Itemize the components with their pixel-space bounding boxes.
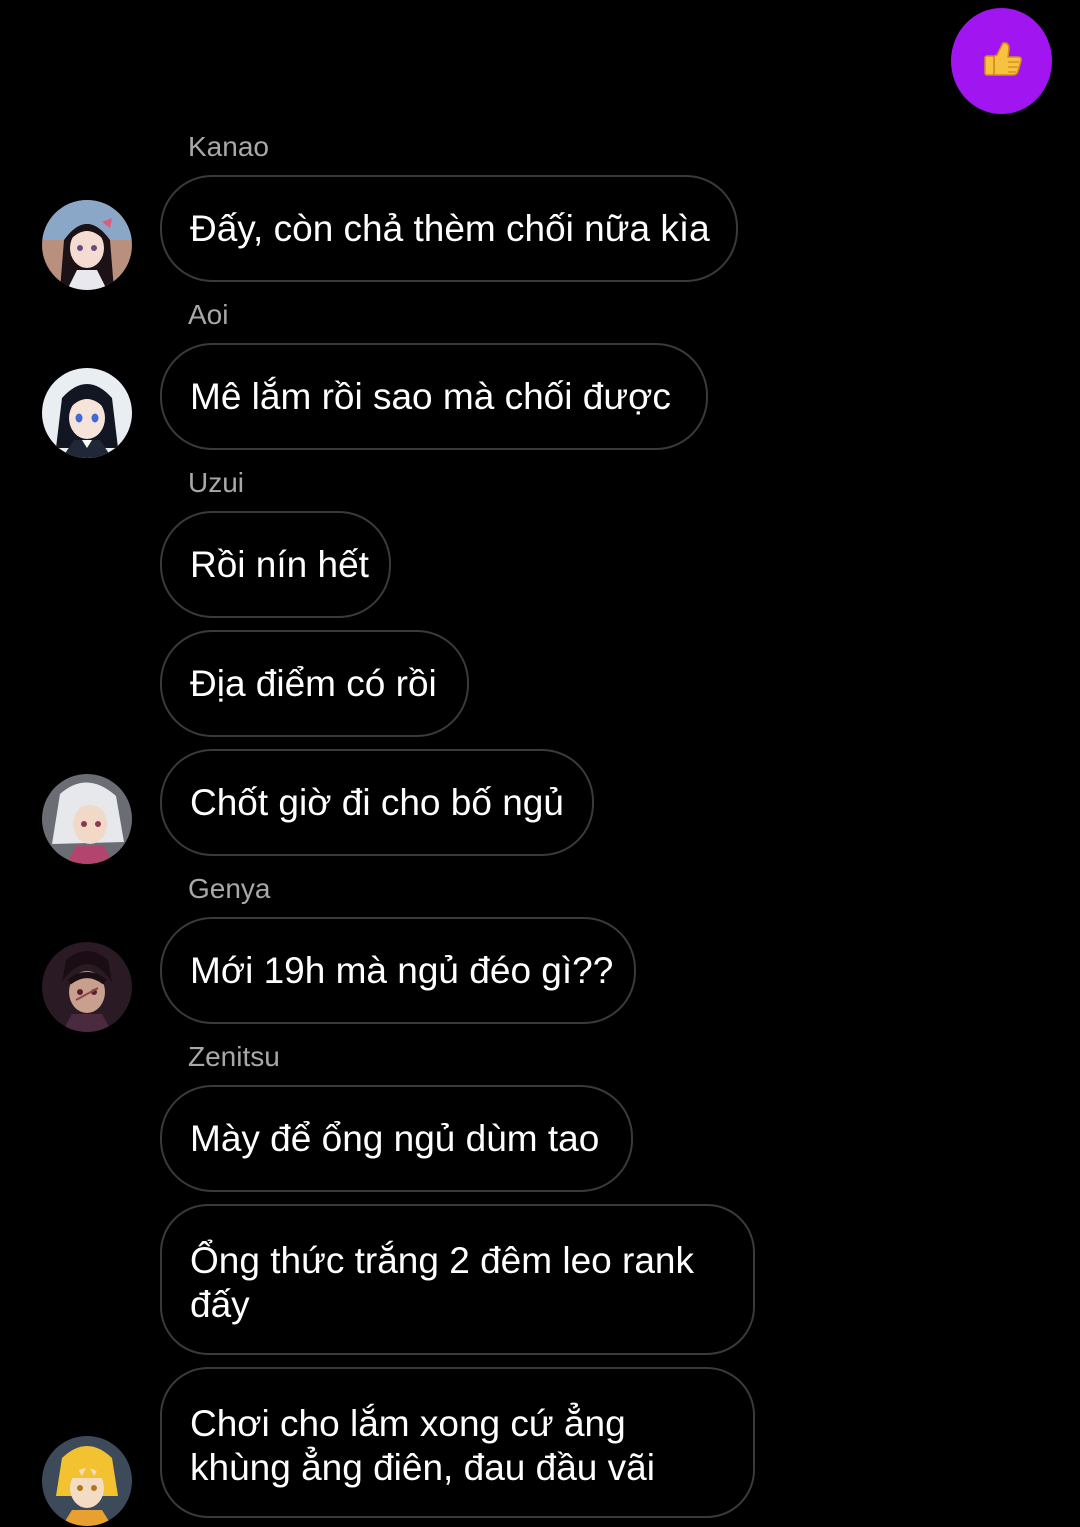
message-text-line: Ổng thức trắng 2 đêm leo rank <box>190 1240 694 1281</box>
message-text-line: đấy <box>190 1284 250 1325</box>
avatar-aoi[interactable] <box>42 368 132 458</box>
sender-name: Kanao <box>188 131 269 162</box>
sender-name: Aoi <box>188 299 229 330</box>
message-bubble[interactable]: Mê lắm rồi sao mà chối được <box>160 343 708 450</box>
message-bubble[interactable]: Ổng thức trắng 2 đêm leo rank đấy <box>160 1204 755 1355</box>
message-bubble[interactable]: Mới 19h mà ngủ đéo gì?? <box>160 917 636 1024</box>
message-text: Rồi nín hết <box>190 543 369 585</box>
sender-name: Zenitsu <box>188 1041 280 1072</box>
message-bubble[interactable]: Chốt giờ đi cho bố ngủ <box>160 749 594 856</box>
message-text-line: khùng ẳng điên, đau đầu vãi <box>190 1447 655 1488</box>
message-text: Chơi cho lắm xong cứ ẳng khùng ẳng điên,… <box>190 1402 655 1490</box>
like-button[interactable] <box>951 8 1052 114</box>
message-text: Mê lắm rồi sao mà chối được <box>190 375 671 417</box>
message-bubble[interactable]: Rồi nín hết <box>160 511 391 618</box>
message-bubble[interactable]: Địa điểm có rồi <box>160 630 469 737</box>
message-text: Địa điểm có rồi <box>190 662 437 704</box>
message-text: Ổng thức trắng 2 đêm leo rank đấy <box>190 1239 694 1327</box>
message-text-line: Chơi cho lắm xong cứ ẳng <box>190 1403 626 1444</box>
message-bubble[interactable]: Mày để ổng ngủ dùm tao <box>160 1085 633 1192</box>
message-bubble[interactable]: Đấy, còn chả thèm chối nữa kìa <box>160 175 738 282</box>
thumbs-up-icon <box>980 37 1024 86</box>
message-text: Chốt giờ đi cho bố ngủ <box>190 781 564 823</box>
sender-name: Genya <box>188 873 271 904</box>
avatar-genya[interactable] <box>42 942 132 1032</box>
message-text: Mới 19h mà ngủ đéo gì?? <box>190 949 614 991</box>
message-text: Đấy, còn chả thèm chối nữa kìa <box>190 207 710 249</box>
avatar-kanao[interactable] <box>42 200 132 290</box>
message-text: Mày để ổng ngủ dùm tao <box>190 1117 600 1159</box>
avatar-zenitsu[interactable] <box>42 1436 132 1526</box>
sender-name: Uzui <box>188 467 245 498</box>
message-bubble[interactable]: Chơi cho lắm xong cứ ẳng khùng ẳng điên,… <box>160 1367 755 1518</box>
avatar-uzui[interactable] <box>42 774 132 864</box>
